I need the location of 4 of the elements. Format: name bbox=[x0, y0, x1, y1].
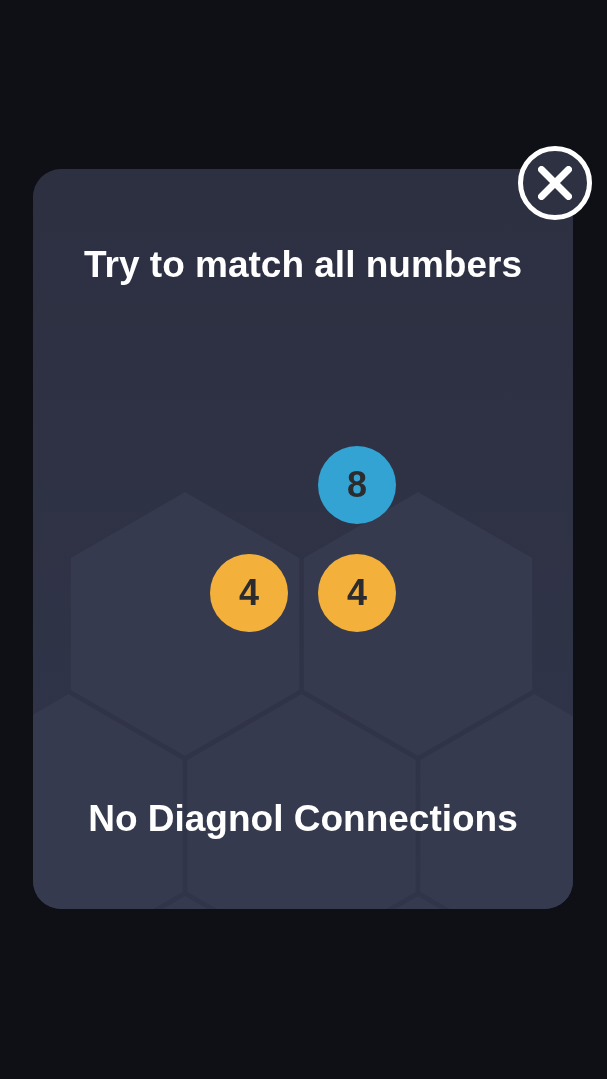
dialog-title: Try to match all numbers bbox=[84, 243, 522, 287]
close-icon bbox=[538, 166, 572, 200]
number-tile: 8 bbox=[318, 446, 396, 524]
hint-text: No Diagnol Connections bbox=[88, 797, 518, 841]
